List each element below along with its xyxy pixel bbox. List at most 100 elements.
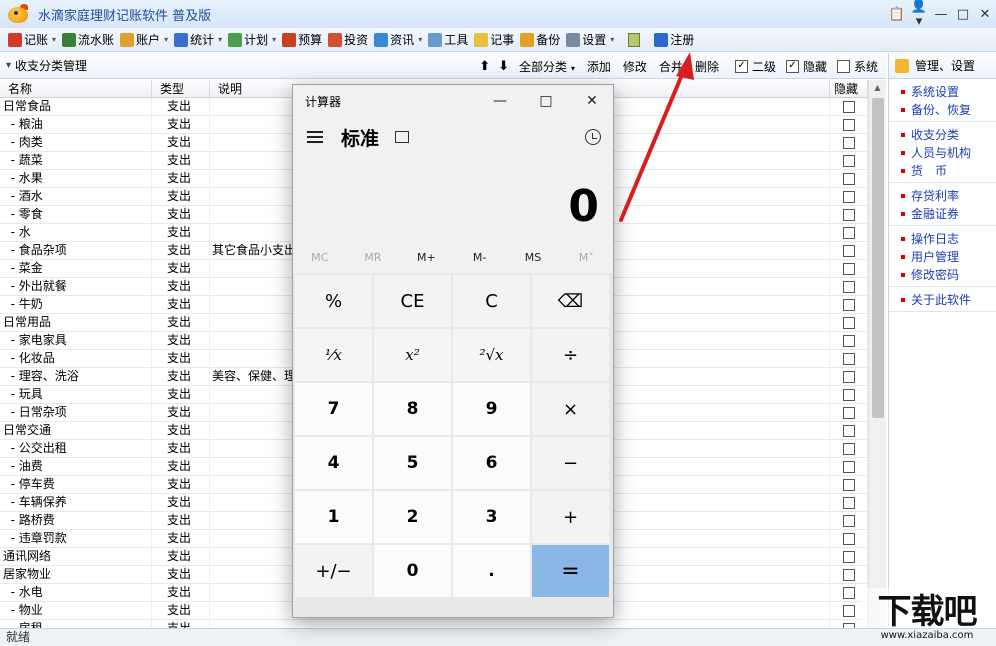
memory-key[interactable]: M+	[400, 243, 453, 273]
memory-key[interactable]: M˅	[560, 243, 613, 273]
chevron-down-icon[interactable]: ▾	[610, 35, 614, 44]
digit-5-key[interactable]: 5	[374, 437, 451, 489]
user-menu-icon[interactable]: 👤▾	[908, 0, 930, 29]
menu-item-2[interactable]: 账户 ▾	[120, 31, 168, 48]
calculator-close-button[interactable]: ✕	[569, 85, 615, 117]
calculator-minimize-button[interactable]: —	[477, 85, 523, 117]
management-link[interactable]: 用户管理	[901, 248, 996, 266]
management-link[interactable]: 人员与机构	[901, 144, 996, 162]
hide-checkbox[interactable]	[842, 208, 855, 221]
menu-item-9[interactable]: 记事	[474, 31, 514, 48]
action-button-3[interactable]: 删除	[695, 58, 719, 75]
hide-checkbox[interactable]	[842, 442, 855, 455]
management-link[interactable]: 备份、恢复	[901, 101, 996, 119]
hide-checkbox[interactable]	[842, 370, 855, 383]
table-row[interactable]: - 房租 支出	[0, 620, 868, 628]
chevron-down-icon[interactable]: ▾	[218, 35, 222, 44]
maximize-button[interactable]: □	[952, 7, 974, 22]
menu-item-6[interactable]: 投资	[328, 31, 368, 48]
management-link[interactable]: 系统设置	[901, 83, 996, 101]
hide-checkbox[interactable]	[842, 118, 855, 131]
hide-checkbox[interactable]	[842, 568, 855, 581]
hide-checkbox[interactable]	[842, 298, 855, 311]
menu-item-3[interactable]: 统计 ▾	[174, 31, 222, 48]
checkbox-box[interactable]: ✓	[785, 59, 799, 73]
multiply-key[interactable]: ×	[532, 383, 609, 435]
digit-1-key[interactable]: 1	[295, 491, 372, 543]
chevron-down-icon[interactable]: ▾	[164, 35, 168, 44]
management-link[interactable]: 货 币	[901, 162, 996, 180]
hide-checkbox[interactable]	[842, 460, 855, 473]
hide-checkbox[interactable]	[842, 406, 855, 419]
header-type[interactable]: 类型	[152, 80, 210, 97]
hide-checkbox[interactable]	[842, 478, 855, 491]
action-button-1[interactable]: 修改	[623, 58, 647, 75]
hide-checkbox[interactable]	[842, 352, 855, 365]
menu-item-11[interactable]: 设置 ▾	[566, 31, 614, 48]
history-icon[interactable]	[585, 129, 601, 145]
menu-item-4[interactable]: 计划 ▾	[228, 31, 276, 48]
digit-7-key[interactable]: 7	[295, 383, 372, 435]
digit-2-key[interactable]: 2	[374, 491, 451, 543]
menu-item-8[interactable]: 工具	[428, 31, 468, 48]
scroll-up-icon[interactable]: ▲	[869, 80, 886, 96]
chevron-down-icon[interactable]: ▾	[418, 35, 422, 44]
hide-checkbox[interactable]	[842, 550, 855, 563]
menu-item-1[interactable]: 流水账	[62, 31, 114, 48]
decimal-key[interactable]: .	[453, 545, 530, 597]
subtract-key[interactable]: −	[532, 437, 609, 489]
checkbox-box[interactable]	[836, 59, 850, 73]
collapse-icon[interactable]: ▾	[6, 60, 11, 71]
menu-item-7[interactable]: 资讯 ▾	[374, 31, 422, 48]
category-filter-dropdown[interactable]: 全部分类 ▾	[519, 58, 575, 75]
management-link[interactable]: 金融证券	[901, 205, 996, 223]
equals-key[interactable]: =	[532, 545, 609, 597]
hide-checkbox[interactable]	[842, 154, 855, 167]
header-hide[interactable]: 隐藏	[830, 80, 868, 97]
management-link[interactable]: 关于此软件	[901, 291, 996, 309]
calculator-maximize-button[interactable]: □	[523, 85, 569, 117]
digit-4-key[interactable]: 4	[295, 437, 372, 489]
filter-checkbox-2[interactable]: 系统	[836, 58, 878, 75]
filter-checkbox-0[interactable]: ✓ 二级	[734, 58, 776, 75]
calculator-tool-icon[interactable]	[620, 32, 648, 47]
hide-checkbox[interactable]	[842, 172, 855, 185]
management-link[interactable]: 操作日志	[901, 230, 996, 248]
hide-checkbox[interactable]	[842, 280, 855, 293]
chevron-down-icon[interactable]: ▾	[52, 35, 56, 44]
pin-icon[interactable]: 📋	[886, 7, 908, 22]
table-scrollbar[interactable]: ▲	[868, 80, 886, 628]
digit-3-key[interactable]: 3	[453, 491, 530, 543]
hide-checkbox[interactable]	[842, 100, 855, 113]
memory-key[interactable]: MR	[346, 243, 399, 273]
percent-key[interactable]: %	[295, 275, 372, 327]
hide-checkbox[interactable]	[842, 424, 855, 437]
negate-key[interactable]: +/−	[295, 545, 372, 597]
management-link[interactable]: 修改密码	[901, 266, 996, 284]
divide-key[interactable]: ÷	[532, 329, 609, 381]
hide-checkbox[interactable]	[842, 514, 855, 527]
action-button-0[interactable]: 添加	[587, 58, 611, 75]
add-key[interactable]: +	[532, 491, 609, 543]
management-link[interactable]: 存贷利率	[901, 187, 996, 205]
memory-key[interactable]: MC	[293, 243, 346, 273]
hide-checkbox[interactable]	[842, 532, 855, 545]
menu-item-0[interactable]: 记账 ▾	[8, 31, 56, 48]
hide-checkbox[interactable]	[842, 388, 855, 401]
header-name[interactable]: 名称	[0, 80, 152, 97]
menu-icon[interactable]	[307, 131, 323, 143]
memory-key[interactable]: M-	[453, 243, 506, 273]
clear-entry-key[interactable]: CE	[374, 275, 451, 327]
menu-item-5[interactable]: 预算	[282, 31, 322, 48]
checkbox-box[interactable]: ✓	[734, 59, 748, 73]
filter-checkbox-1[interactable]: ✓ 隐藏	[785, 58, 827, 75]
menu-item-10[interactable]: 备份	[520, 31, 560, 48]
clear-key[interactable]: C	[453, 275, 530, 327]
hide-checkbox[interactable]	[842, 586, 855, 599]
menu-item-12[interactable]: 注册	[654, 31, 694, 48]
move-down-button[interactable]: ⬇	[498, 59, 509, 74]
move-up-button[interactable]: ⬆	[479, 59, 490, 74]
digit-6-key[interactable]: 6	[453, 437, 530, 489]
memory-key[interactable]: MS	[506, 243, 559, 273]
action-button-2[interactable]: 合并	[659, 58, 683, 75]
